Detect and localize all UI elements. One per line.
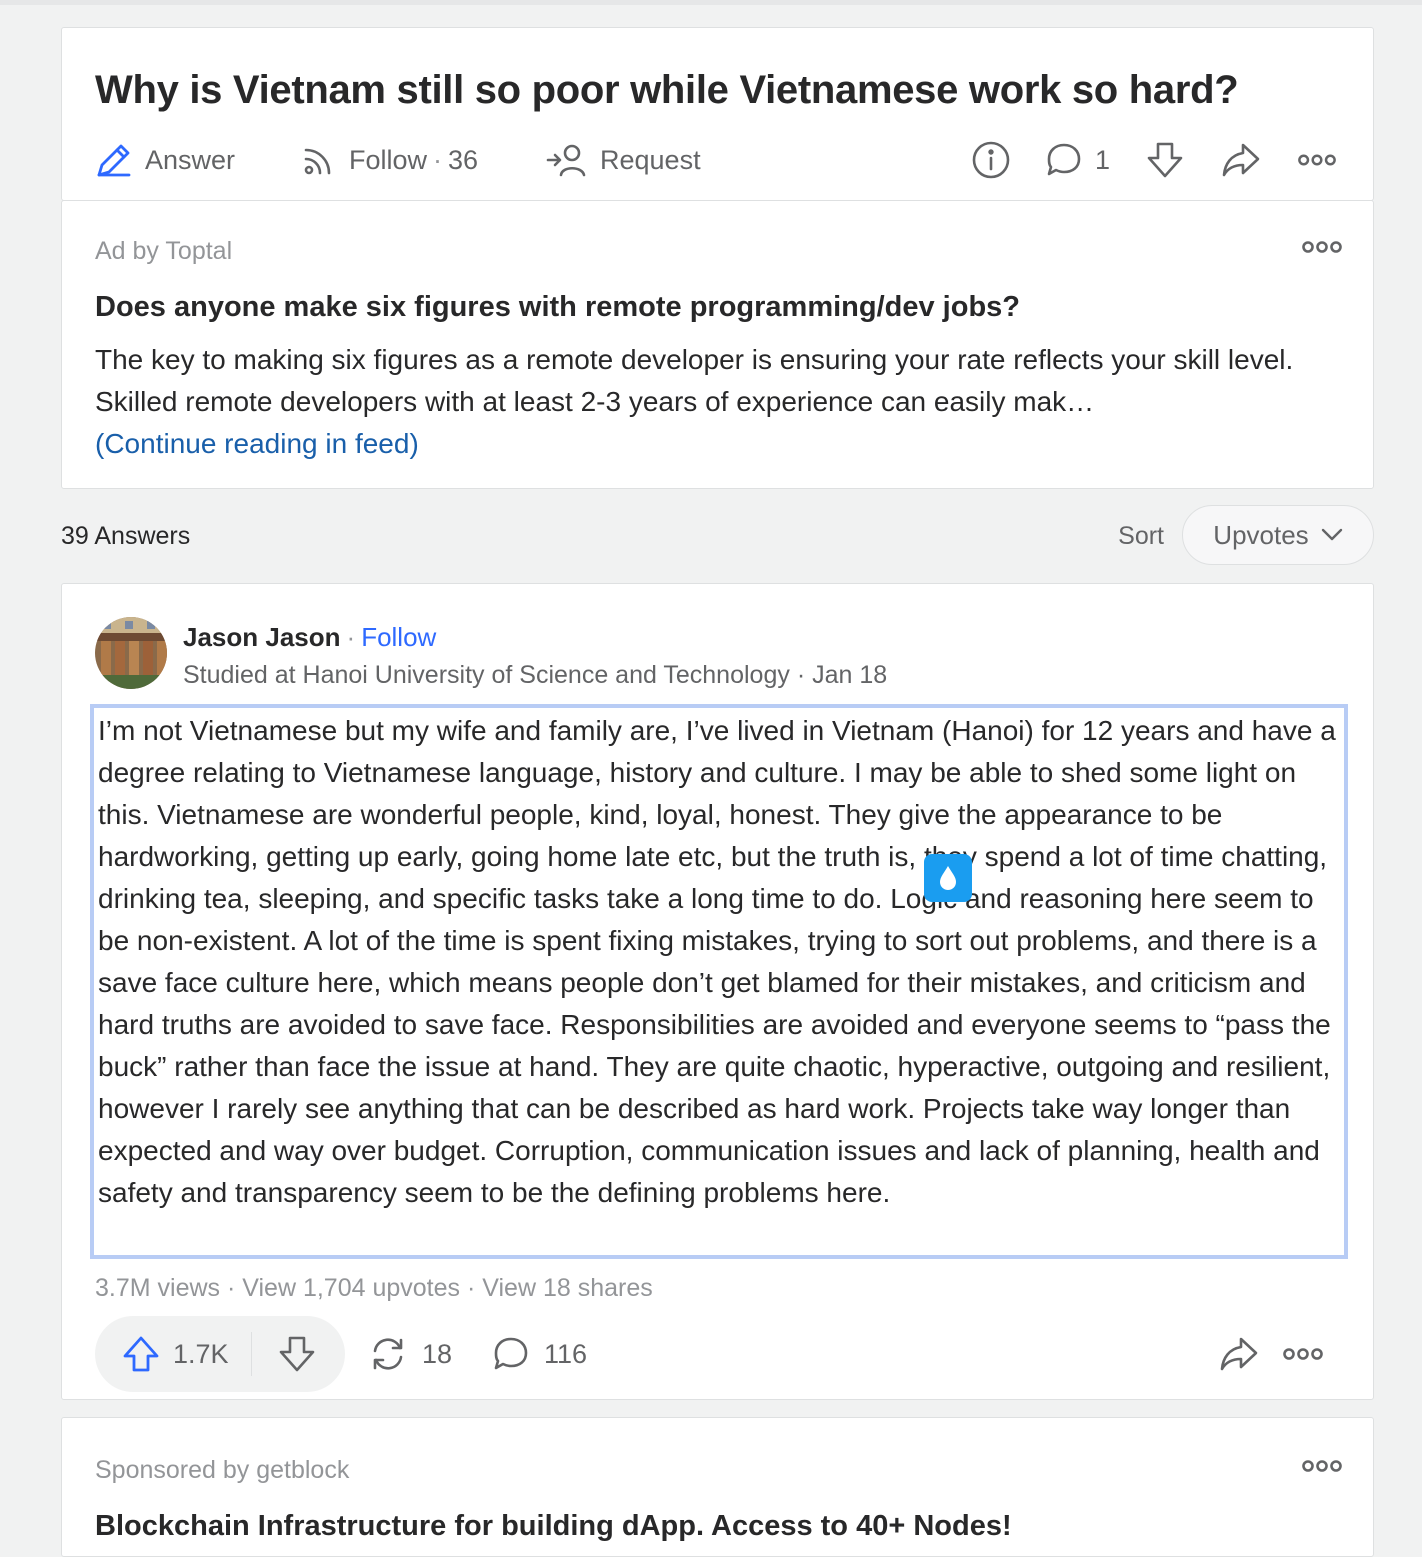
separator-dot: ·	[433, 144, 443, 175]
answer-stats: 3.7M views · View 1,704 upvotes · View 1…	[95, 1274, 653, 1303]
ad-label: Ad by Toptal	[95, 237, 233, 265]
top-divider	[0, 0, 1422, 5]
answer-button[interactable]: Answer	[95, 138, 235, 182]
share-icon	[1222, 143, 1260, 177]
separator-dot: ·	[796, 661, 813, 689]
question-actions: Answer Follow · 36 Request 1	[95, 138, 1340, 182]
upvote-icon	[123, 1336, 159, 1372]
author-line: Jason Jason · Follow	[183, 622, 436, 653]
info-icon	[972, 141, 1010, 179]
sponsored-label: Sponsored by getblock	[95, 1456, 350, 1484]
question-comment-count: 1	[1095, 144, 1111, 175]
vote-pill: 1.7K	[95, 1316, 345, 1392]
credential-text: Studied at Hanoi University of Science a…	[183, 661, 790, 689]
more-icon	[1283, 1348, 1323, 1360]
share-icon	[1220, 1337, 1258, 1371]
request-button[interactable]: Request	[546, 138, 701, 182]
ad-more-button[interactable]	[1301, 239, 1343, 263]
author-credential: Studied at Hanoi University of Science a…	[183, 661, 887, 690]
separator-dot: ·	[466, 1274, 483, 1302]
drop-badge[interactable]	[924, 854, 972, 902]
continue-reading-link[interactable]: (Continue reading in feed)	[95, 428, 419, 459]
request-label: Request	[600, 144, 701, 175]
question-card: Why is Vietnam still so poor while Vietn…	[61, 27, 1374, 201]
answer-more-button[interactable]	[1282, 1332, 1324, 1376]
answer-text: I’m not Vietnamese but my wife and famil…	[90, 704, 1348, 1259]
drop-icon	[940, 866, 956, 890]
view-shares-link[interactable]: View 18 shares	[482, 1274, 652, 1302]
answer-comment-count: 116	[544, 1338, 588, 1369]
more-icon	[1302, 241, 1342, 253]
answers-header: 39 Answers Sort Upvotes	[61, 505, 1374, 567]
answers-count: 39 Answers	[61, 522, 191, 550]
question-more-button[interactable]	[1297, 140, 1337, 180]
more-icon	[1298, 154, 1336, 166]
request-person-icon	[546, 142, 588, 178]
separator-dot: ·	[346, 622, 356, 652]
follow-author-link[interactable]: Follow	[361, 622, 436, 652]
comment-icon	[494, 1337, 528, 1370]
follow-question-button[interactable]: Follow · 36	[301, 138, 478, 182]
reshare-icon	[373, 1338, 403, 1370]
ad-card: Ad by Toptal Does anyone make six figure…	[61, 200, 1374, 489]
answer-date[interactable]: Jan 18	[812, 661, 887, 689]
chevron-down-icon	[1321, 528, 1342, 541]
answer-label: Answer	[145, 144, 236, 175]
follow-label: Follow	[349, 144, 428, 175]
answer-share-button[interactable]	[1219, 1332, 1259, 1376]
question-title: Why is Vietnam still so poor while Vietn…	[95, 68, 1239, 112]
reshare-button[interactable]: 18	[368, 1332, 452, 1376]
avatar[interactable]	[95, 617, 167, 689]
more-icon	[1302, 1460, 1342, 1472]
downvote-button[interactable]	[252, 1316, 342, 1392]
ad-title[interactable]: Does anyone make six figures with remote…	[95, 291, 1020, 324]
sort-dropdown[interactable]: Upvotes	[1182, 505, 1374, 565]
downvote-icon	[279, 1336, 315, 1372]
question-downvote-button[interactable]	[1145, 140, 1185, 180]
answer-comment-button[interactable]: 116	[492, 1332, 587, 1376]
share-count: 18	[422, 1338, 453, 1369]
upvote-button[interactable]: 1.7K	[95, 1316, 251, 1392]
sponsored-more-button[interactable]	[1301, 1458, 1343, 1482]
answer-card: Jason Jason · Follow Studied at Hanoi Univ…	[61, 583, 1374, 1400]
question-comment-button[interactable]: 1	[1045, 138, 1110, 182]
sponsored-title[interactable]: Blockchain Infrastructure for building d…	[95, 1510, 1012, 1543]
views-count: 3.7M views	[95, 1274, 221, 1302]
upvote-count: 1.7K	[173, 1338, 229, 1369]
sort-value: Upvotes	[1213, 519, 1309, 550]
view-upvotes-link[interactable]: View 1,704 upvotes	[242, 1274, 460, 1302]
pencil-answer-icon	[95, 141, 133, 179]
sort-label: Sort	[1118, 522, 1164, 550]
question-share-button[interactable]	[1221, 140, 1261, 180]
follow-rss-icon	[301, 142, 337, 178]
follow-count: 36	[448, 144, 479, 175]
author-name[interactable]: Jason Jason	[183, 622, 341, 652]
ad-body-text: The key to making six figures as a remot…	[95, 344, 1294, 417]
separator-dot: ·	[227, 1274, 243, 1302]
sponsored-card: Sponsored by getblock Blockchain Infrast…	[61, 1417, 1374, 1557]
comment-icon	[1045, 141, 1083, 179]
downvote-icon	[1147, 142, 1183, 178]
ad-body: The key to making six figures as a remot…	[95, 339, 1345, 465]
info-button[interactable]	[971, 140, 1011, 180]
